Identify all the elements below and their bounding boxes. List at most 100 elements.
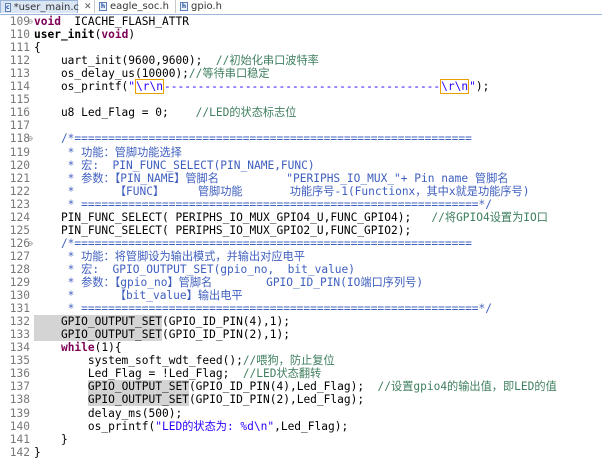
code-text: uart_init(9600,9600); //初始化串口波特率 <box>34 54 319 67</box>
code-editor[interactable]: 109 ⊖ void ICACHE_FLASH_ATTR 110 user_init(v… <box>0 15 602 467</box>
comment-token: * 【bit_value】输出电平 <box>34 289 243 303</box>
code-token: delay_ms(500); <box>34 406 183 420</box>
code-line[interactable]: 140 os_printf("LED的状态为: %d\n",Led_Flag); <box>0 420 602 433</box>
code-token: GPIO_OUTPUT_SET <box>87 393 189 407</box>
code-line[interactable]: 126 ⊖ /*=================================… <box>0 237 602 250</box>
code-token: (GPIO_ID_PIN(2),Led_Flag); <box>188 393 365 407</box>
comment-token: * 宏: GPIO_OUTPUT_SET(gpio_no, bit_value) <box>34 262 356 276</box>
code-line[interactable]: 112 uart_init(9600,9600); //初始化串口波特率 <box>0 54 602 67</box>
code-token: ,Led_Flag); <box>274 419 349 433</box>
line-number: 125 <box>9 223 30 237</box>
code-text: PIN_FUNC_SELECT( PERIPHS_IO_MUX_GPIO2_U,… <box>34 224 411 237</box>
line-number: 139 <box>9 406 30 420</box>
code-text: * 参数：【gpio_no】管脚名 GPIO_ID_PIN(IO端口序列号) <box>34 276 423 289</box>
keyword-token: void <box>34 15 61 28</box>
code-line[interactable]: 130 * 【bit_value】输出电平 <box>0 289 602 302</box>
code-token: GPIO_OUTPUT_SET <box>34 328 162 342</box>
code-line[interactable]: 141 } <box>0 433 602 446</box>
line-number: 111 <box>9 41 30 55</box>
comment-token: //设置gpio4的输出值，即LED的值 <box>377 380 557 394</box>
line-number: 137 <box>9 380 30 394</box>
line-number: 121 <box>9 171 30 185</box>
code-text: while(1){ <box>34 341 122 354</box>
code-line[interactable]: 139 delay_ms(500); <box>0 407 602 420</box>
code-line[interactable]: 122 * 【FUNC】 管脚功能 功能序号-1(Functionx，其中x就是… <box>0 185 602 198</box>
code-token: (1){ <box>94 341 122 355</box>
code-line[interactable]: 125 PIN_FUNC_SELECT( PERIPHS_IO_MUX_GPIO… <box>0 224 602 237</box>
code-text: * 参数：【PIN_NAME】管脚名 "PERIPHS_IO_MUX_"+ Pi… <box>34 171 509 185</box>
line-number: 119 <box>9 145 30 159</box>
line-number: 142 <box>9 445 30 459</box>
code-line[interactable]: 116 u8 Led_Flag = 0; //LED的状态标志位 <box>0 106 602 119</box>
comment-token: //LED状态翻转 <box>242 367 322 381</box>
code-line[interactable]: 136 Led_Flag = !Led_Flag; //LED状态翻转 <box>0 367 602 380</box>
code-line[interactable]: 135 system_soft_wdt_feed();//喂狗，防止复位 <box>0 354 602 367</box>
code-token: { <box>34 41 41 55</box>
code-line[interactable]: 128 * 宏: GPIO_OUTPUT_SET(gpio_no, bit_va… <box>0 263 602 276</box>
code-line[interactable]: 114 os_printf("\r\n---------------------… <box>0 79 602 95</box>
code-token: system_soft_wdt_feed(); <box>34 354 243 368</box>
code-line[interactable]: 123 * ==================================… <box>0 198 602 211</box>
tab-user-main[interactable]: c *user_main.c ✕ <box>0 0 92 13</box>
close-icon[interactable]: ✕ <box>84 1 92 14</box>
code-text: GPIO_OUTPUT_SET(GPIO_ID_PIN(2),1); <box>34 328 290 342</box>
comment-token: * ======================================… <box>34 197 493 211</box>
code-token: (GPIO_ID_PIN(4),Led_Flag); <box>188 380 378 394</box>
code-line[interactable]: 134 while(1){ <box>0 341 602 354</box>
line-number: 124 <box>9 210 30 224</box>
code-line[interactable]: 115 <box>0 93 602 106</box>
comment-token: * 宏: PIN_FUNC_SELECT(PIN_NAME,FUNC) <box>34 158 315 172</box>
code-text: } <box>34 433 68 446</box>
code-line[interactable]: 109 ⊖ void ICACHE_FLASH_ATTR <box>0 15 602 28</box>
code-line[interactable]: 132 GPIO_OUTPUT_SET(GPIO_ID_PIN(4),1); <box>0 315 602 329</box>
line-number: 130 <box>9 289 30 303</box>
code-line[interactable]: 129 * 参数：【gpio_no】管脚名 GPIO_ID_PIN(IO端口序列… <box>0 276 602 289</box>
code-line[interactable]: 110 user_init(void) <box>0 28 602 41</box>
code-text: } <box>34 446 41 459</box>
code-token: } <box>34 432 68 446</box>
code-text: os_delay_us(10000);//等待串口稳定 <box>34 67 270 80</box>
line-number: 135 <box>9 354 30 368</box>
code-line[interactable]: 131 * ==================================… <box>0 302 602 315</box>
code-token: PIN_FUNC_SELECT( PERIPHS_IO_MUX_GPIO4_U,… <box>34 210 432 224</box>
code-token: \r\n <box>135 79 164 95</box>
code-token: u8 Led_Flag = 0; <box>34 106 196 120</box>
comment-token: * 功能：将管脚设为输出模式，并输出对应电平 <box>34 249 305 263</box>
code-line[interactable]: 119 * 功能：管脚功能选择 <box>0 146 602 159</box>
code-line[interactable]: 133 GPIO_OUTPUT_SET(GPIO_ID_PIN(2),1); <box>0 328 602 342</box>
code-line[interactable]: 137 GPIO_OUTPUT_SET(GPIO_ID_PIN(4),Led_F… <box>0 380 602 394</box>
line-number: 136 <box>9 367 30 381</box>
code-line[interactable]: 138 GPIO_OUTPUT_SET(GPIO_ID_PIN(2),Led_F… <box>0 393 602 407</box>
code-line[interactable]: 124 PIN_FUNC_SELECT( PERIPHS_IO_MUX_GPIO… <box>0 211 602 224</box>
line-number: 134 <box>9 341 30 355</box>
code-line[interactable]: 142} <box>0 446 602 459</box>
line-number: 131 <box>9 302 30 316</box>
code-text: PIN_FUNC_SELECT( PERIPHS_IO_MUX_GPIO4_U,… <box>34 211 548 224</box>
line-number: 109 <box>9 15 30 28</box>
code-text: * 功能：管脚功能选择 <box>34 146 182 159</box>
h-file-icon: h <box>99 2 107 11</box>
line-number: 126 <box>9 236 30 250</box>
line-number: 115 <box>9 93 30 107</box>
line-number: 133 <box>9 328 30 342</box>
code-line[interactable]: 117 <box>0 119 602 132</box>
code-token: GPIO_OUTPUT_SET <box>87 380 189 394</box>
line-number: 118 <box>9 132 30 146</box>
code-line[interactable]: 121 * 参数：【PIN_NAME】管脚名 "PERIPHS_IO_MUX_"… <box>0 172 602 185</box>
comment-token: * 参数：【PIN_NAME】管脚名 "PERIPHS_IO_MUX_"+ Pi… <box>34 171 509 185</box>
code-token: ----------------------------------------… <box>164 80 441 94</box>
code-line[interactable]: 127 * 功能：将管脚设为输出模式，并输出对应电平 <box>0 250 602 263</box>
tab-eagle-soc[interactable]: h eagle_soc.h <box>94 0 177 13</box>
code-line[interactable]: 111 { <box>0 41 602 54</box>
line-number: 141 <box>9 432 30 446</box>
code-token: (GPIO_ID_PIN(2),1); <box>161 328 290 342</box>
code-line[interactable]: 113 os_delay_us(10000);//等待串口稳定 <box>0 67 602 80</box>
code-line[interactable]: 118 ⊖ /*=================================… <box>0 132 602 145</box>
tab-gpio[interactable]: h gpio.h <box>175 0 240 13</box>
code-token: (GPIO_ID_PIN(4),1); <box>161 315 290 329</box>
line-number: 114 <box>9 80 30 94</box>
code-token: Led_Flag = !Led_Flag; <box>34 367 243 381</box>
line-number: 116 <box>9 106 30 120</box>
code-line[interactable]: 120 * 宏: PIN_FUNC_SELECT(PIN_NAME,FUNC) <box>0 159 602 172</box>
